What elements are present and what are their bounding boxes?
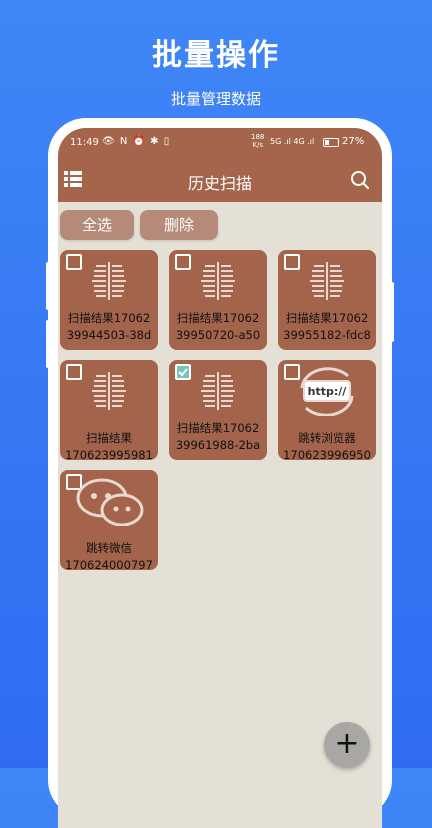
history-item[interactable]: http:// 跳转浏览器 170623996950 xyxy=(278,360,376,462)
history-item[interactable]: 跳转微信 170624000797 xyxy=(60,470,158,572)
history-item[interactable]: 扫描结果17062 39944503-38d xyxy=(60,250,158,350)
item-label-line2: 39944503-38d xyxy=(66,328,152,342)
item-icon-wrap xyxy=(60,366,158,416)
search-icon[interactable] xyxy=(350,170,370,190)
barcode-icon xyxy=(92,372,126,410)
status-time: 11:49 xyxy=(70,137,99,148)
item-label: 跳转浏览器 170623996950 xyxy=(278,430,376,464)
signal-indicator: 5G .ıl 4G .ıl xyxy=(270,137,315,146)
wechat-icon xyxy=(76,478,144,527)
item-icon-wrap: http:// xyxy=(278,366,376,417)
browser-http-icon: http:// xyxy=(300,367,354,417)
item-icon-wrap xyxy=(60,256,158,306)
barcode-icon xyxy=(201,262,235,300)
delete-button[interactable]: 删除 xyxy=(140,210,218,240)
promo-title: 批量操作 xyxy=(152,38,280,73)
network-speed: 188 K/s xyxy=(251,133,264,149)
item-label: 跳转微信 170624000797 xyxy=(60,540,158,574)
item-label-line1: 扫描结果17062 xyxy=(285,311,369,325)
phone-side-button xyxy=(46,320,50,368)
item-label-line2: 39961988-2ba xyxy=(175,438,261,452)
app-bar: 历史扫描 xyxy=(58,158,382,202)
item-icon-wrap xyxy=(60,476,158,527)
item-label: 扫描结果17062 39944503-38d xyxy=(60,310,158,344)
network-speed-value: 188 xyxy=(251,133,265,141)
barcode-icon xyxy=(201,372,235,410)
page-title: 历史扫描 xyxy=(187,174,252,193)
history-item[interactable]: 扫描结果17062 39961988-2ba xyxy=(169,360,267,460)
item-label-line1: 扫描结果17062 xyxy=(176,311,260,325)
app-screen: 11:49 👁 N ⏰ ✱ ▯ 188 K/s 5G .ıl 4G .ıl 27… xyxy=(58,128,382,828)
status-icons: 👁 N ⏰ ✱ ▯ xyxy=(102,136,171,147)
item-label: 扫描结果17062 39955182-fdc8 xyxy=(278,310,376,344)
history-item[interactable]: 扫描结果17062 39955182-fdc8 xyxy=(278,250,376,350)
svg-text:http://: http:// xyxy=(308,385,348,398)
status-bar: 11:49 👁 N ⏰ ✱ ▯ 188 K/s 5G .ıl 4G .ıl 27… xyxy=(58,128,382,158)
item-label-line2: 170623996950 xyxy=(283,448,371,462)
history-item[interactable]: 扫描结果17062 39950720-a50 xyxy=(169,250,267,350)
item-label-line1: 跳转浏览器 xyxy=(298,431,356,445)
item-label-line2: 170623995981 xyxy=(65,448,153,462)
item-label-line2: 170624000797 xyxy=(65,558,153,572)
item-label-line1: 跳转微信 xyxy=(86,541,132,555)
item-icon-wrap xyxy=(169,256,267,306)
item-label-line1: 扫描结果17062 xyxy=(176,421,260,435)
battery-icon xyxy=(323,138,339,147)
select-all-button[interactable]: 全选 xyxy=(60,210,134,240)
promo-subtitle: 批量管理数据 xyxy=(170,90,261,108)
phone-power-button xyxy=(390,282,394,342)
item-icon-wrap xyxy=(169,366,267,416)
item-label: 扫描结果 170623995981 xyxy=(60,430,158,464)
item-label-line2: 39950720-a50 xyxy=(175,328,261,342)
battery-percent: 27% xyxy=(342,136,365,147)
barcode-icon xyxy=(310,262,344,300)
item-label-line2: 39955182-fdc8 xyxy=(283,328,371,342)
add-button[interactable]: + xyxy=(324,722,370,768)
item-label: 扫描结果17062 39950720-a50 xyxy=(169,310,267,344)
item-icon-wrap xyxy=(278,256,376,306)
item-label-line1: 扫描结果17062 xyxy=(67,311,151,325)
item-label: 扫描结果17062 39961988-2ba xyxy=(169,420,267,454)
phone-side-button xyxy=(46,262,50,310)
item-label-line1: 扫描结果 xyxy=(86,431,132,445)
barcode-icon xyxy=(92,262,126,300)
network-speed-unit: K/s xyxy=(252,141,263,149)
history-item[interactable]: 扫描结果 170623995981 xyxy=(60,360,158,462)
